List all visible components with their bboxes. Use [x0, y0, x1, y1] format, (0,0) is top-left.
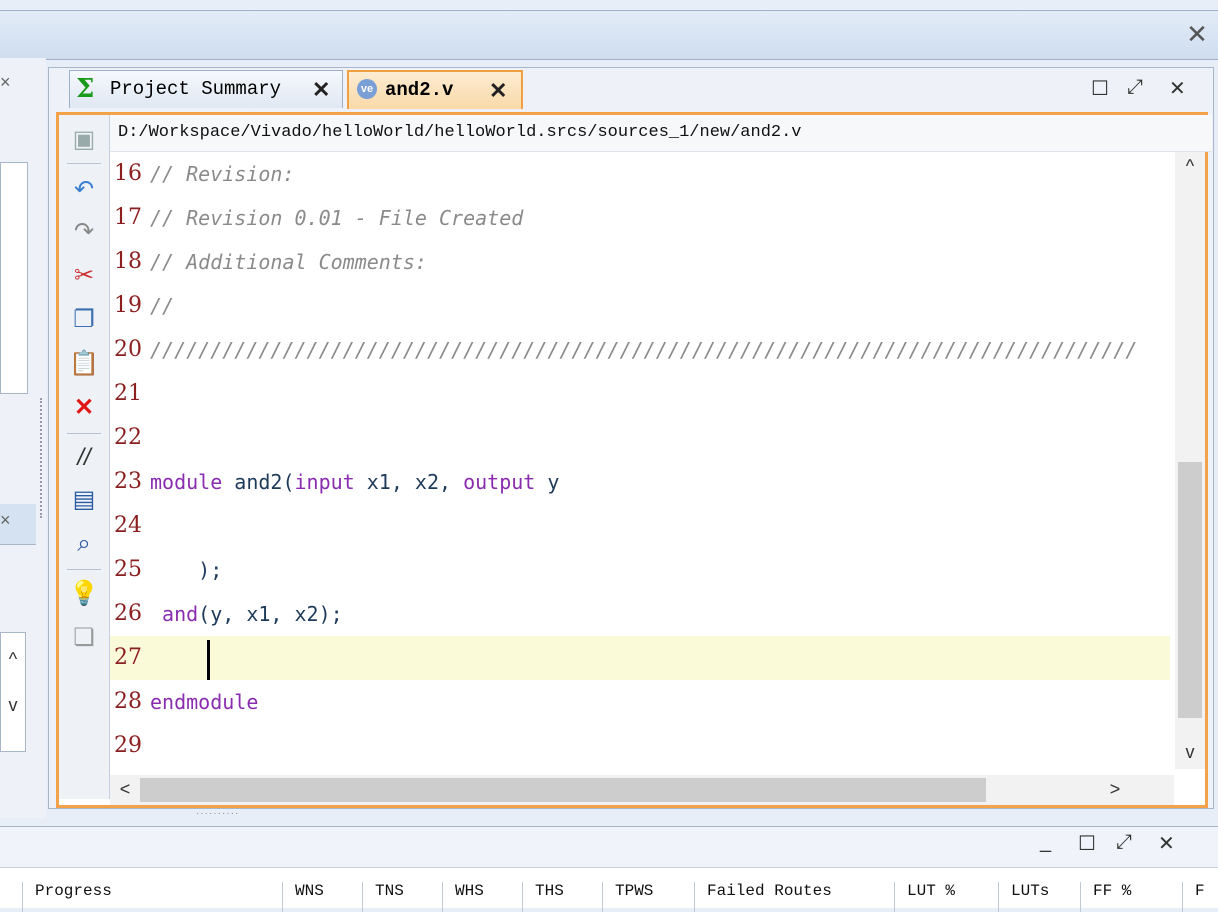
column-header[interactable]: LUTs	[998, 882, 1081, 912]
comment-toggle-icon[interactable]: //	[69, 443, 99, 473]
lightbulb-icon[interactable]: 💡	[69, 579, 99, 609]
save-icon[interactable]: ▣	[69, 125, 99, 155]
close-icon[interactable]: ✕	[1169, 76, 1186, 101]
vertical-scrollbar[interactable]: ^ v	[1175, 152, 1205, 769]
splitter-handle[interactable]	[40, 398, 46, 518]
horizontal-scrollbar[interactable]: < >	[110, 775, 1174, 805]
column-header[interactable]: Progress	[22, 882, 275, 912]
file-path: D:/Workspace/Vivado/helloWorld/helloWorl…	[110, 115, 1212, 152]
find-icon[interactable]: ⌕	[69, 529, 99, 559]
close-icon[interactable]: ✕	[489, 72, 507, 109]
copy-icon[interactable]: ❐	[69, 305, 99, 335]
left-panel-top-content	[0, 162, 28, 394]
code-line: 22	[114, 425, 142, 450]
horizontal-scroll-thumb[interactable]	[140, 778, 986, 802]
close-icon[interactable]: ✕	[1182, 19, 1212, 49]
cut-icon[interactable]: ✂	[69, 261, 99, 291]
code-line: 29	[114, 733, 142, 758]
scroll-up-icon[interactable]: ^	[1175, 156, 1205, 177]
left-panel-list: ^ v	[0, 632, 26, 752]
editor-frame: Σ Project Summary ✕ ve and2.v ✕ ☐ ⤢ ✕ ▣ …	[48, 67, 1214, 809]
restore-icon[interactable]: ⤢	[1127, 76, 1143, 99]
column-header[interactable]: THS	[522, 882, 601, 912]
tab-and2-v[interactable]: ve and2.v ✕	[347, 70, 523, 109]
column-header[interactable]: FF %	[1080, 882, 1179, 912]
indent-icon[interactable]: ▤	[69, 485, 99, 515]
window-header: ✕	[0, 10, 1218, 60]
tab-label: and2.v	[385, 79, 454, 101]
design-runs-panel: _ ☐ ⤢ ✕ Progress WNS TNS WHS THS TPWS Fa…	[0, 826, 1218, 912]
left-panel-region: × × ^ v	[0, 58, 46, 818]
column-header[interactable]: TPWS	[602, 882, 695, 912]
scroll-left-icon[interactable]: <	[110, 779, 140, 800]
close-icon[interactable]: ✕	[1158, 831, 1175, 856]
code-line: 21	[114, 381, 142, 406]
code-line: 25 );	[114, 557, 223, 582]
code-editor[interactable]: ▣ ↶ ↷ ✂ ❐ 📋 ✕ // ▤ ⌕ 💡 ❏ D:/Workspace/Vi…	[56, 112, 1212, 808]
code-line: 20//////////////////////////////////////…	[114, 337, 1138, 362]
maximize-icon[interactable]: ☐	[1091, 76, 1109, 101]
code-line: 28 endmodule	[114, 689, 259, 714]
left-panel-close-icon-2[interactable]: ×	[0, 510, 11, 531]
template-icon[interactable]: ❏	[69, 623, 99, 653]
sigma-icon: Σ	[76, 74, 95, 104]
scroll-down-icon[interactable]: v	[1175, 742, 1205, 763]
code-area[interactable]: 16// Revision: 17// Revision 0.01 - File…	[110, 152, 1170, 769]
tab-project-summary[interactable]: Σ Project Summary ✕	[69, 70, 343, 108]
runs-table-header: Progress WNS TNS WHS THS TPWS Failed Rou…	[0, 867, 1218, 912]
paste-icon[interactable]: 📋	[69, 349, 99, 379]
column-header[interactable]: TNS	[362, 882, 441, 912]
column-header[interactable]: Failed Routes	[694, 882, 893, 912]
editor-toolbar: ▣ ↶ ↷ ✂ ❐ 📋 ✕ // ▤ ⌕ 💡 ❏	[59, 115, 110, 799]
code-line: 26 and(y, x1, x2);	[114, 601, 343, 626]
code-line: 18// Additional Comments:	[114, 249, 427, 274]
column-header[interactable]: F	[1182, 882, 1215, 912]
left-panel-close-icon[interactable]: ×	[0, 72, 11, 93]
column-header[interactable]: LUT %	[894, 882, 997, 912]
minimize-icon[interactable]: _	[1040, 831, 1051, 854]
code-line: 17// Revision 0.01 - File Created	[114, 205, 524, 230]
splitter-handle-horizontal[interactable]: ··········	[196, 808, 266, 819]
column-header[interactable]: WNS	[282, 882, 361, 912]
current-code-line: 27	[110, 636, 1170, 680]
delete-icon[interactable]: ✕	[69, 393, 99, 423]
redo-icon[interactable]: ↷	[69, 217, 99, 247]
tab-label: Project Summary	[110, 78, 282, 100]
vertical-scroll-thumb[interactable]	[1178, 462, 1202, 718]
close-icon[interactable]: ✕	[312, 71, 330, 108]
chevron-down-icon[interactable]: v	[1, 685, 25, 725]
undo-icon[interactable]: ↶	[69, 175, 99, 205]
column-header[interactable]: WHS	[442, 882, 521, 912]
scroll-right-icon[interactable]: >	[1100, 779, 1130, 800]
code-line: 24	[114, 513, 142, 538]
code-line: 16// Revision:	[114, 161, 295, 186]
code-line: 19//	[114, 293, 175, 318]
verilog-file-icon: ve	[357, 79, 377, 99]
maximize-icon[interactable]: ☐	[1078, 831, 1096, 856]
chevron-up-icon[interactable]: ^	[1, 639, 25, 679]
code-line: 23 module and2(input x1, x2, output y	[114, 469, 560, 494]
restore-icon[interactable]: ⤢	[1116, 831, 1132, 854]
text-caret	[207, 640, 210, 680]
